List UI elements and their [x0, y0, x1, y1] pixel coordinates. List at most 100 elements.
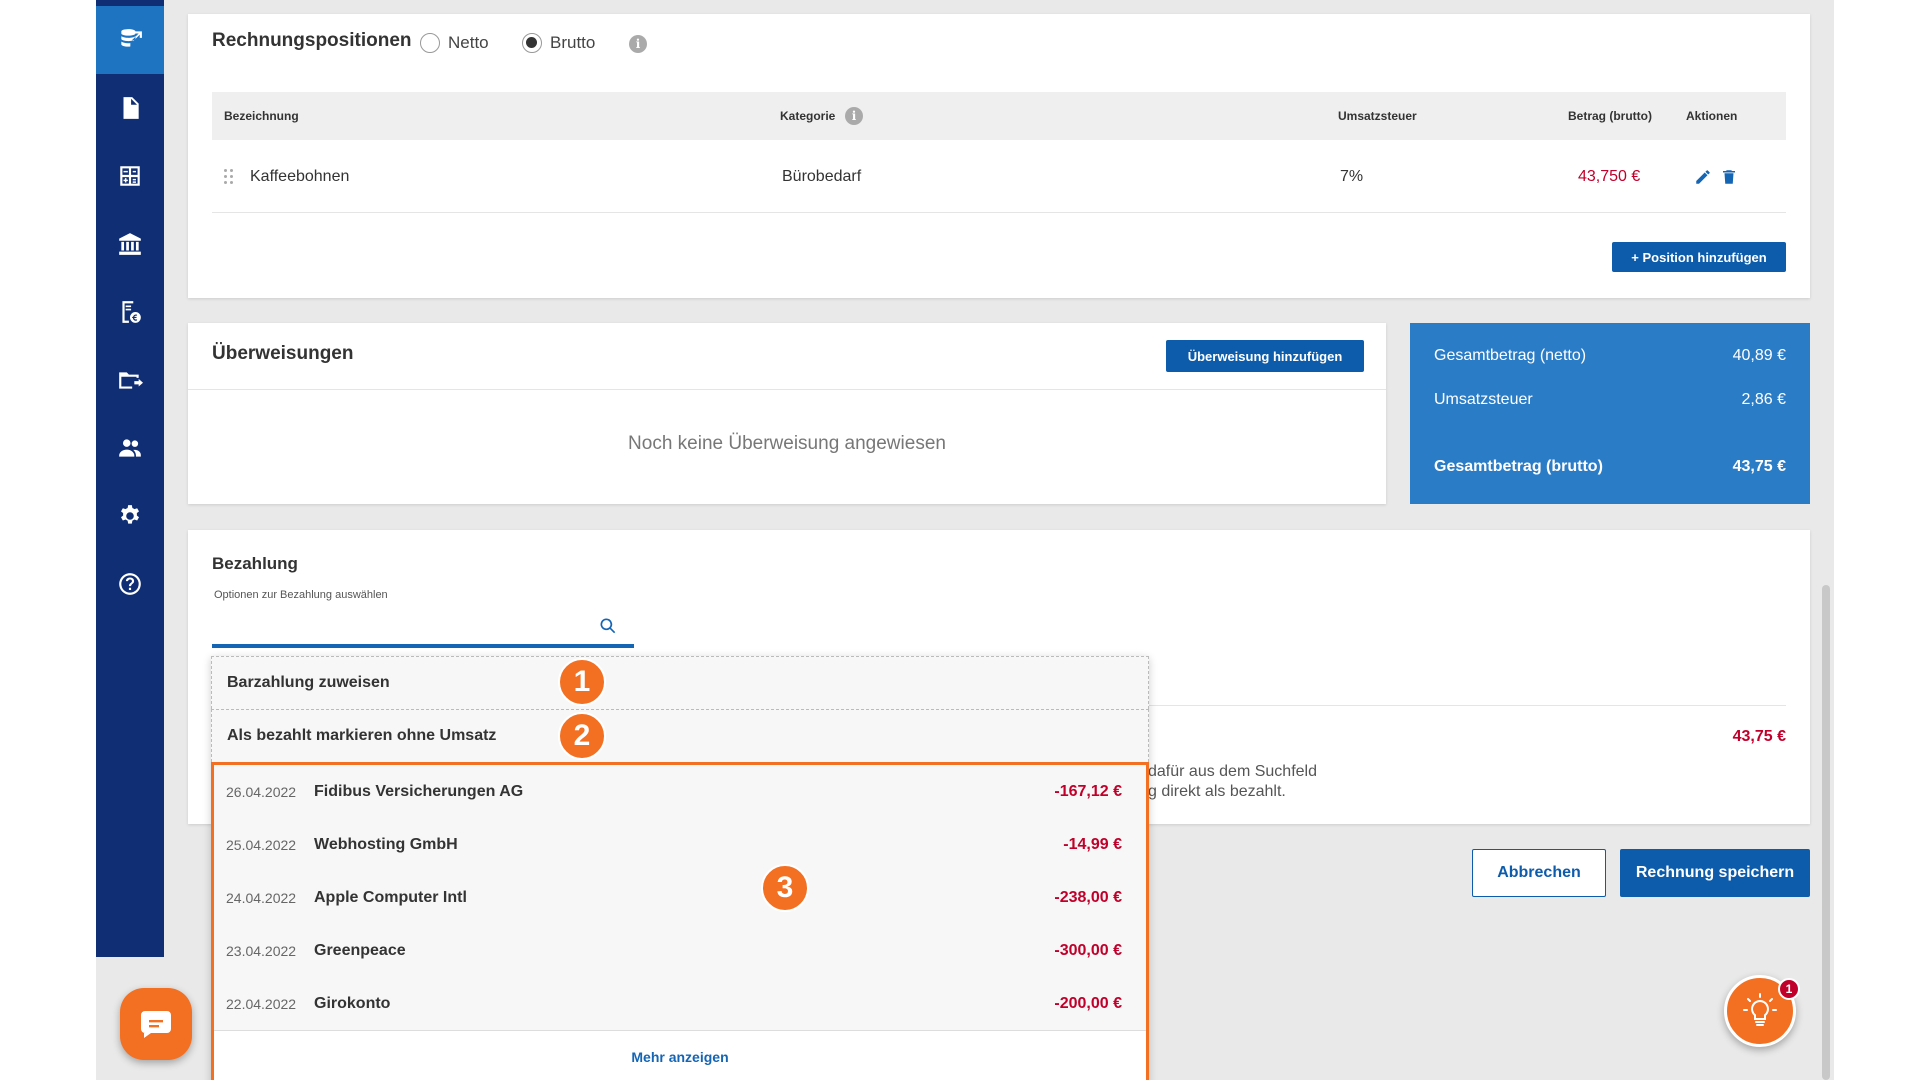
sidebar-item-export[interactable] [96, 346, 164, 414]
radio-brutto[interactable]: Brutto [522, 33, 595, 53]
row-betrag: 43,750 € [1578, 168, 1641, 185]
tax-value: 2,86 € [1741, 391, 1786, 408]
total-brutto-label: Gesamtbetrag (brutto) [1434, 458, 1603, 475]
document-icon [123, 97, 139, 119]
search-icon[interactable] [598, 616, 618, 636]
sidebar-item-bank[interactable] [96, 210, 164, 278]
option-mark-paid[interactable]: Als bezahlt markieren ohne Umsatz [211, 709, 1149, 762]
transaction-date: 26.04.2022 [226, 783, 297, 800]
transaction-amount: -14,99 € [1063, 835, 1122, 853]
transaction-amount: -167,12 € [1054, 782, 1122, 800]
col-betrag: Betrag (brutto) [1568, 109, 1652, 123]
chat-icon [141, 1011, 171, 1038]
transfers-title: Überweisungen [212, 343, 354, 364]
list-item[interactable]: 25.04.2022 Webhosting GmbH -14,99 € [214, 818, 1146, 871]
transaction-date: 25.04.2022 [226, 836, 297, 853]
payment-title: Bezahlung [212, 554, 298, 573]
add-position-button[interactable]: + Position hinzufügen [1612, 242, 1786, 272]
users-icon [119, 439, 141, 457]
lightbulb-icon [1743, 993, 1777, 1026]
table-row: Kaffeebohnen Bürobedarf 7% 43,750 € [212, 140, 1786, 213]
col-aktionen: Aktionen [1686, 109, 1738, 123]
totals-card: Gesamtbetrag (netto) 40,89 € Umsatzsteue… [1410, 323, 1810, 504]
sidebar-item-contacts[interactable] [96, 414, 164, 482]
save-invoice-button[interactable]: Rechnung speichern [1620, 849, 1810, 897]
option-cash-label: Barzahlung zuweisen [227, 674, 390, 691]
payment-hint-line1: dafür aus dem Suchfeld [1148, 763, 1317, 780]
radio-netto-dot[interactable] [420, 33, 440, 53]
sidebar-item-help[interactable] [96, 550, 164, 618]
sidebar-item-import[interactable] [96, 6, 164, 74]
row-kategorie: Bürobedarf [782, 168, 862, 185]
radio-brutto-dot[interactable] [522, 33, 542, 53]
list-item[interactable]: 22.04.2022 Girokonto -200,00 € [214, 977, 1146, 1030]
sidebar-item-documents[interactable] [96, 74, 164, 142]
trash-icon[interactable] [1720, 168, 1738, 186]
payment-field-label: Optionen zur Bezahlung auswählen [214, 589, 388, 601]
positions-title: Rechnungspositionen [212, 30, 412, 51]
transaction-name: Webhosting GmbH [314, 835, 458, 853]
transaction-date: 23.04.2022 [226, 942, 297, 959]
col-kategorie: Kategorie [780, 109, 836, 123]
total-brutto-value: 43,75 € [1732, 458, 1786, 475]
help-circle-icon [119, 573, 141, 595]
edit-pencil-icon[interactable] [1694, 168, 1712, 186]
transaction-amount: -200,00 € [1054, 994, 1122, 1012]
annotation-badge-1: 1 [558, 658, 606, 706]
list-item[interactable]: 23.04.2022 Greenpeace -300,00 € [214, 924, 1146, 977]
transaction-name: Apple Computer Intl [314, 888, 467, 906]
info-icon[interactable]: i [629, 35, 647, 53]
col-bezeichnung: Bezeichnung [224, 109, 299, 123]
drag-handle-icon[interactable] [224, 168, 234, 186]
sidebar-item-calculator[interactable] [96, 142, 164, 210]
positions-card: Rechnungspositionen Netto Brutto i Bezei… [188, 14, 1810, 298]
annotation-badge-3: 3 [761, 864, 809, 912]
kategorie-info-icon[interactable]: i [845, 107, 863, 125]
payment-hint: dafür aus dem Suchfeld g direkt als beza… [1148, 762, 1317, 802]
gear-icon [121, 505, 139, 524]
sidebar-item-settings[interactable] [96, 482, 164, 550]
receipt-euro-icon [122, 301, 141, 323]
scrollbar[interactable] [1822, 585, 1830, 1080]
total-netto-label: Gesamtbetrag (netto) [1434, 347, 1587, 364]
radio-netto[interactable]: Netto [420, 33, 489, 53]
option-mark-paid-label: Als bezahlt markieren ohne Umsatz [227, 727, 497, 744]
payment-options-dropdown: Barzahlung zuweisen Als bezahlt markiere… [211, 656, 1149, 1080]
transaction-amount: -238,00 € [1054, 888, 1122, 906]
transaction-name: Greenpeace [314, 941, 406, 959]
folder-export-icon [119, 372, 143, 389]
show-more-link[interactable]: Mehr anzeigen [214, 1030, 1146, 1080]
cancel-button[interactable]: Abbrechen [1472, 849, 1606, 897]
radio-netto-label: Netto [448, 33, 489, 52]
chat-button[interactable] [120, 988, 192, 1060]
tax-row: Umsatzsteuer 2,86 € [1434, 391, 1786, 409]
payment-amount: 43,75 € [1732, 728, 1786, 745]
transaction-name: Fidibus Versicherungen AG [314, 782, 524, 800]
total-netto-row: Gesamtbetrag (netto) 40,89 € [1434, 347, 1786, 365]
tax-label: Umsatzsteuer [1434, 391, 1533, 408]
sidebar-item-receipts[interactable] [96, 278, 164, 346]
list-item[interactable]: 24.04.2022 Apple Computer Intl -238,00 € [214, 871, 1146, 924]
total-netto-value: 40,89 € [1732, 347, 1786, 364]
transaction-date: 22.04.2022 [226, 995, 297, 1012]
annotation-badge-2: 2 [558, 712, 606, 760]
payment-hint-line2: g direkt als bezahlt. [1148, 783, 1286, 800]
transaction-date: 24.04.2022 [226, 889, 297, 906]
bank-icon [119, 233, 141, 255]
transfers-empty-text: Noch keine Überweisung angewiesen [628, 433, 946, 454]
notification-count-badge: 1 [1778, 978, 1800, 1000]
row-bezeichnung: Kaffeebohnen [250, 168, 350, 185]
row-umsatzsteuer: 7% [1340, 168, 1364, 185]
transfers-card: Überweisungen Überweisung hinzufügen Noc… [188, 323, 1386, 504]
positions-table-header: Bezeichnung Kategorie i Umsatzsteuer Bet… [212, 92, 1786, 140]
list-item[interactable]: 26.04.2022 Fidibus Versicherungen AG -16… [214, 765, 1146, 818]
add-transfer-button[interactable]: Überweisung hinzufügen [1166, 340, 1364, 372]
col-umsatzsteuer: Umsatzsteuer [1338, 109, 1417, 123]
divider [1148, 705, 1786, 706]
payment-search-input[interactable] [212, 606, 634, 648]
transactions-highlight: 26.04.2022 Fidibus Versicherungen AG -16… [211, 762, 1149, 1080]
calculator-icon [120, 166, 140, 186]
transaction-amount: -300,00 € [1054, 941, 1122, 959]
option-cash-payment[interactable]: Barzahlung zuweisen [211, 656, 1149, 709]
sidebar [96, 0, 164, 957]
